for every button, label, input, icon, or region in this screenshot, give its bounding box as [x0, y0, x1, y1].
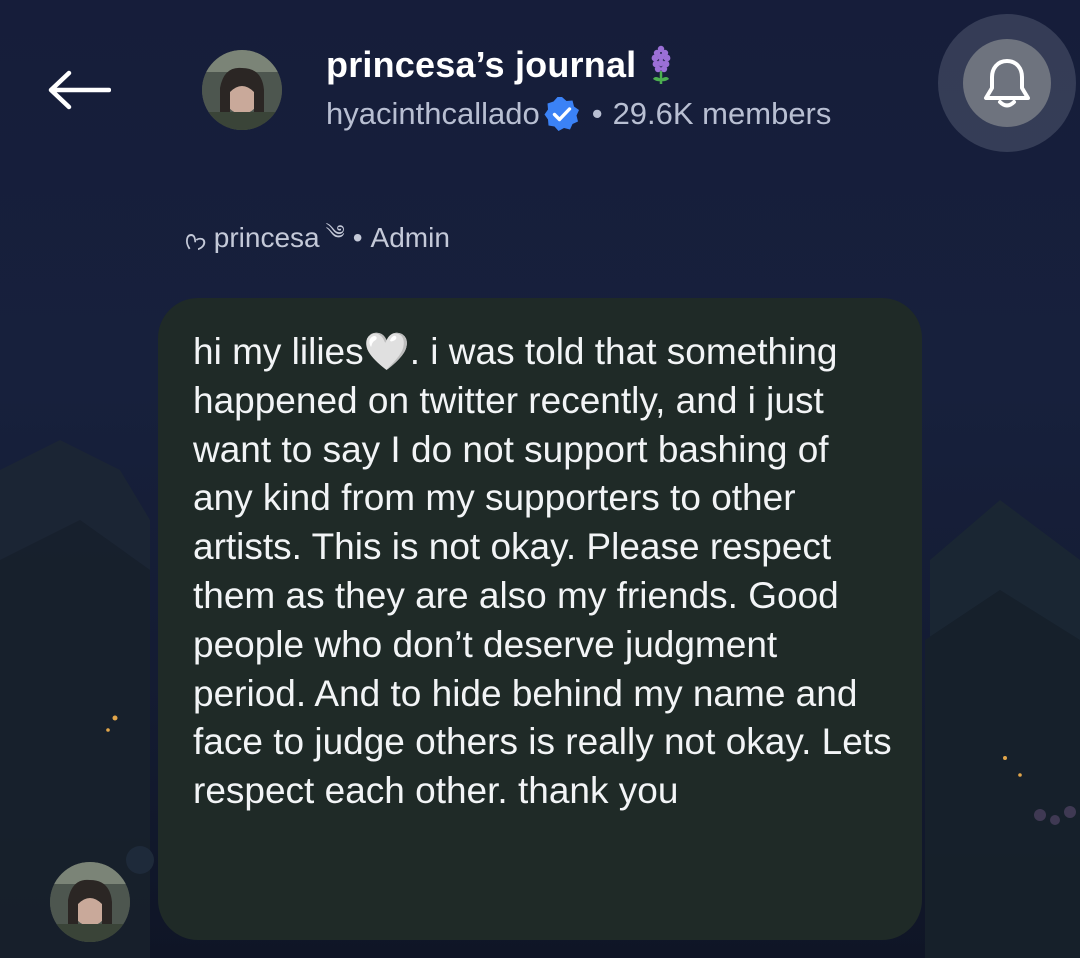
author-name[interactable]: princesa	[214, 222, 320, 254]
message-text: hi my lilies🤍. i was told that something…	[193, 331, 892, 812]
arrow-left-icon	[48, 70, 111, 110]
author-avatar[interactable]	[50, 862, 130, 942]
channel-title: princesa’s journal	[326, 44, 637, 85]
notifications-button[interactable]	[938, 14, 1076, 152]
avatar-photo	[202, 50, 282, 130]
bell-icon	[984, 59, 1030, 108]
author-role-badge: Admin	[370, 222, 450, 253]
member-count: 29.6K members	[612, 96, 832, 131]
avatar-photo	[50, 862, 130, 942]
channel-avatar[interactable]	[202, 50, 282, 130]
verified-badge-icon	[544, 97, 579, 131]
author-separator: •	[352, 222, 363, 253]
hyacinth-flower-icon	[651, 45, 671, 84]
bell-button-inner	[963, 39, 1051, 127]
back-button[interactable]	[40, 62, 116, 118]
author-name-prefix: ᢉ𐭩	[184, 229, 207, 255]
owner-handle[interactable]: hyacinthcallado	[326, 96, 540, 132]
channel-header: princesa’s journal hyacinthcallado • 29.…	[0, 0, 1080, 180]
message-author-row: ᢉ𐭩 princesa ༄ • Admin	[184, 210, 450, 266]
channel-title-row: princesa’s journal	[326, 44, 676, 86]
author-name-suffix: ༄	[325, 222, 345, 244]
message-bubble[interactable]: hi my lilies🤍. i was told that something…	[158, 298, 922, 940]
subtitle-separator: •	[591, 96, 603, 131]
channel-subtitle: hyacinthcallado • 29.6K members	[326, 96, 831, 132]
